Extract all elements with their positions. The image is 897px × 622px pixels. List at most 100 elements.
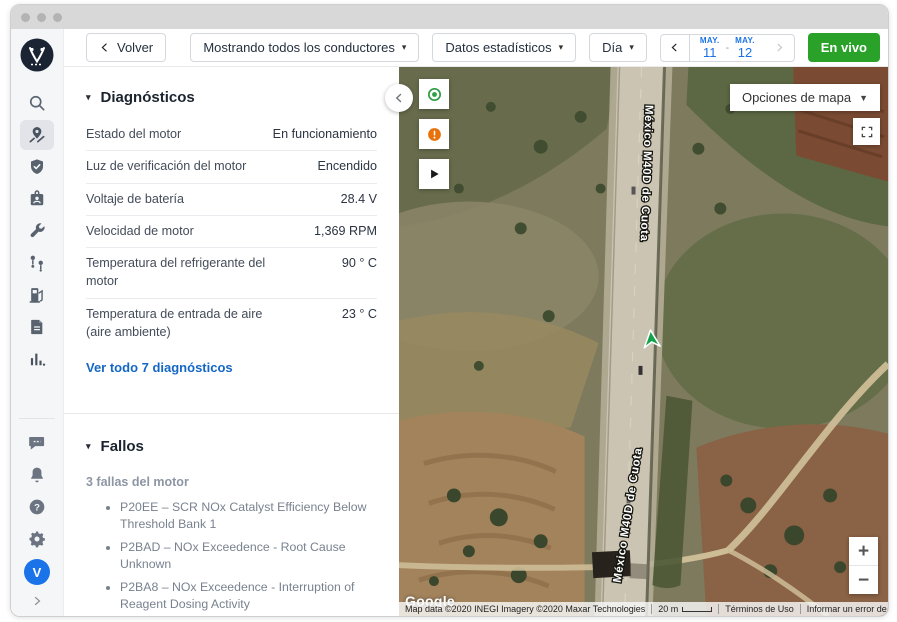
live-button[interactable]: En vivo: [808, 33, 880, 62]
end-day: 12: [738, 46, 752, 59]
see-all-diagnostics-link[interactable]: Ver todo 7 diagnósticos: [86, 360, 233, 375]
sidebar-item-safety[interactable]: [20, 152, 54, 182]
faults-section-header[interactable]: ▾ Fallos: [86, 438, 377, 455]
wrench-icon: [27, 221, 47, 241]
back-button-label: Volver: [117, 40, 153, 55]
map-data-attribution: Map data ©2020 INEGI Imagery ©2020 Maxar…: [399, 604, 651, 614]
map-scale-bar: [682, 607, 712, 612]
diagnostics-title: Diagnósticos: [101, 89, 195, 106]
report-map-error-link[interactable]: Informar un error de mapa: [800, 604, 889, 614]
terms-of-use-link[interactable]: Términos de Uso: [718, 604, 800, 614]
live-location-button[interactable]: [419, 79, 449, 109]
app-window: ? V Volver Mostrando todos los conductor…: [10, 4, 889, 617]
fullscreen-button[interactable]: [853, 118, 880, 145]
back-button[interactable]: Volver: [86, 33, 166, 62]
map-pin-icon: [27, 125, 47, 145]
sidebar-item-search[interactable]: [20, 88, 54, 118]
sidebar-item-fuel[interactable]: [20, 280, 54, 310]
diagnostic-row: Temperatura de entrada de aire (aire amb…: [86, 299, 377, 349]
map-zoom-control: + −: [849, 537, 878, 594]
sidebar-item-help[interactable]: ?: [20, 492, 54, 522]
chevron-down-icon: ▼: [859, 93, 868, 103]
fullscreen-icon: [860, 125, 874, 139]
zoom-in-button[interactable]: +: [849, 537, 878, 565]
previous-day-button[interactable]: [660, 34, 690, 62]
drivers-filter-label: Mostrando todos los conductores: [203, 40, 395, 55]
end-month: MAY.: [735, 37, 755, 45]
diagnostic-label: Temperatura de entrada de aire (aire amb…: [86, 305, 276, 342]
record-target-icon: [426, 86, 443, 103]
sidebar-item-documents[interactable]: [20, 312, 54, 342]
alerts-layer-button[interactable]: [419, 119, 449, 149]
help-question-icon: ?: [27, 497, 47, 517]
chevron-left-icon: [99, 42, 110, 53]
drivers-filter-dropdown[interactable]: Mostrando todos los conductores ▾: [190, 33, 419, 62]
diagnostic-label: Luz de verificación del motor: [86, 157, 246, 175]
diagnostic-value: 23 ° C: [342, 305, 377, 323]
map-options-button[interactable]: Opciones de mapa ▼: [730, 84, 880, 111]
diagnostic-label: Voltaje de batería: [86, 190, 184, 208]
diagnostic-value: Encendido: [317, 157, 377, 175]
day-dropdown[interactable]: Día ▾: [589, 33, 647, 62]
map-options-label: Opciones de mapa: [742, 90, 851, 105]
chevron-down-icon: ▾: [629, 42, 634, 53]
document-icon: [27, 317, 47, 337]
faults-title: Fallos: [101, 438, 144, 455]
id-badge-icon: [27, 189, 47, 209]
chevron-right-icon: [31, 595, 43, 607]
svg-text:?: ?: [34, 502, 40, 513]
minimize-window-icon[interactable]: [37, 13, 46, 22]
diagnostic-label: Temperatura del refrigerante del motor: [86, 254, 276, 291]
sidebar-item-dispatch[interactable]: [20, 248, 54, 278]
date-range-control: MAY. 11 - MAY. 12: [660, 34, 795, 62]
satellite-map[interactable]: México M40D de Cuota México M40D de Cuot…: [399, 67, 888, 616]
user-avatar[interactable]: V: [24, 559, 50, 585]
diagnostic-row: Temperatura del refrigerante del motor 9…: [86, 248, 377, 299]
diagnostic-label: Velocidad de motor: [86, 222, 194, 240]
sidebar-item-settings[interactable]: [20, 524, 54, 554]
brand-owl-logo-icon: [19, 37, 55, 73]
stats-dropdown[interactable]: Datos estadísticos ▾: [432, 33, 576, 62]
vehicle-detail-panel: ▾ Diagnósticos Estado del motor En funci…: [64, 67, 399, 616]
collapse-panel-button[interactable]: [385, 84, 413, 112]
sidebar-item-compliance[interactable]: [20, 184, 54, 214]
diagnostic-value: 90 ° C: [342, 254, 377, 272]
bell-icon: [27, 465, 47, 485]
diagnostic-row: Estado del motor En funcionamiento: [86, 119, 377, 151]
window-titlebar: [11, 5, 888, 29]
sidebar-divider: [19, 418, 55, 419]
sidebar-item-alerts[interactable]: [20, 460, 54, 490]
top-toolbar: Volver Mostrando todos los conductores ▾…: [64, 29, 888, 67]
sidebar-item-reports[interactable]: [20, 344, 54, 374]
map-scale: 20 m: [651, 604, 718, 614]
start-month: MAY.: [700, 37, 720, 45]
close-window-icon[interactable]: [21, 13, 30, 22]
chevron-left-icon: [669, 42, 680, 53]
map-container: México M40D de Cuota México M40D de Cuot…: [399, 67, 888, 616]
faults-list: P20EE – SCR NOx Catalyst Efficiency Belo…: [120, 499, 377, 614]
collapse-triangle-icon: ▾: [86, 441, 91, 452]
map-attribution-bar: Map data ©2020 INEGI Imagery ©2020 Maxar…: [399, 602, 888, 616]
date-separator: -: [725, 42, 729, 54]
sidebar-item-messages[interactable]: [20, 428, 54, 458]
sidebar: ? V: [11, 29, 64, 616]
playback-button[interactable]: [419, 159, 449, 189]
maximize-window-icon[interactable]: [53, 13, 62, 22]
diagnostics-section-header[interactable]: ▾ Diagnósticos: [86, 89, 377, 106]
diagnostic-value: 1,369 RPM: [314, 222, 377, 240]
fault-item: P2BA8 – NOx Exceedence - Interruption of…: [120, 579, 375, 614]
next-day-button[interactable]: [765, 34, 795, 62]
diagnostic-row: Luz de verificación del motor Encendido: [86, 151, 377, 183]
play-icon: [427, 167, 441, 181]
zoom-out-button[interactable]: −: [849, 566, 878, 594]
date-range-display[interactable]: MAY. 11 - MAY. 12: [690, 34, 765, 62]
sidebar-item-maintenance[interactable]: [20, 216, 54, 246]
search-icon: [27, 93, 47, 113]
chevron-right-icon: [774, 42, 785, 53]
alert-exclamation-icon: [426, 126, 443, 143]
sidebar-item-fleet-map[interactable]: [20, 120, 54, 150]
bar-chart-icon: [27, 349, 47, 369]
sidebar-expand-button[interactable]: [31, 595, 43, 610]
stats-dropdown-label: Datos estadísticos: [445, 40, 551, 55]
fuel-pump-icon: [27, 285, 47, 305]
